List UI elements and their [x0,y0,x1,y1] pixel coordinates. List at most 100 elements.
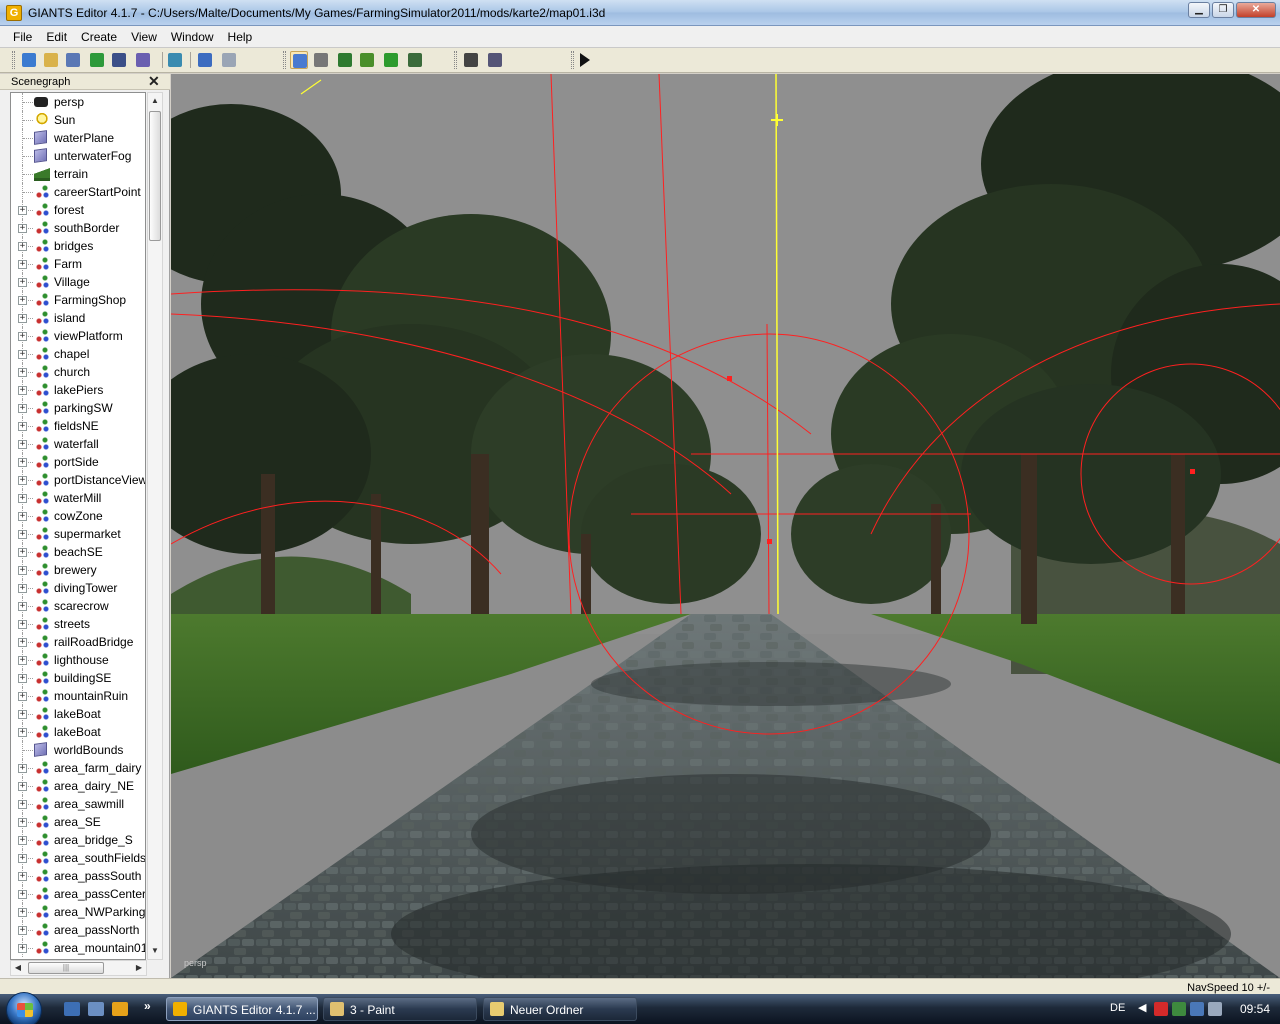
tree-node[interactable]: + waterMill [11,489,145,507]
tree-node[interactable]: + waterfall [11,435,145,453]
scroll-right-arrow-icon[interactable]: ▶ [132,961,146,975]
expand-toggle-icon[interactable]: + [18,224,27,233]
expand-toggle-icon[interactable]: + [18,296,27,305]
save-all-button[interactable] [134,51,152,69]
tree-vertical-scrollbar[interactable]: ▲ ▼ [147,92,163,960]
antivirus-icon[interactable] [1154,1002,1168,1016]
tree-node[interactable]: + island [11,309,145,327]
expand-toggle-icon[interactable]: + [18,836,27,845]
minimize-button[interactable]: ▁ [1188,2,1210,18]
tree-node[interactable]: + area_sawmill [11,795,145,813]
grid-button[interactable] [462,51,480,69]
tree-node[interactable]: + area_passNorth [11,921,145,939]
tree-node[interactable]: + area_farm_dairy [11,759,145,777]
tree-node[interactable]: + area_bridge_S [11,831,145,849]
network-icon[interactable] [1190,1002,1204,1016]
menu-view[interactable]: View [124,26,164,47]
redo-button[interactable] [220,51,238,69]
tree-node[interactable]: + area_NWParking [11,903,145,921]
tree-node[interactable]: worldBounds [11,741,145,759]
tree-node[interactable]: persp [11,93,145,111]
tree-node[interactable]: waterPlane [11,129,145,147]
expand-toggle-icon[interactable]: + [18,278,27,287]
tree-node[interactable]: + parkingSW [11,399,145,417]
scenegraph-close-icon[interactable]: ✕ [148,73,160,90]
expand-toggle-icon[interactable]: + [18,404,27,413]
input-language[interactable]: DE [1110,1002,1125,1014]
maximize-button[interactable]: ❐ [1212,2,1234,18]
expand-toggle-icon[interactable]: + [18,638,27,647]
tree-node[interactable]: + railRoadBridge [11,633,145,651]
export-button[interactable] [166,51,184,69]
toolbar-grip[interactable] [571,51,574,69]
expand-toggle-icon[interactable]: + [18,350,27,359]
list-button[interactable] [64,51,82,69]
close-button[interactable]: ✕ [1236,2,1276,18]
scenegraph-tree[interactable]: persp Sun waterPlane unterwaterFog terrain ca… [10,92,146,960]
3d-viewport[interactable]: persp [171,74,1280,978]
task-giants-editor[interactable]: GIANTS Editor 4.1.7 ... [166,997,318,1021]
task-paint[interactable]: 3 - Paint [323,997,477,1021]
tree-node[interactable]: + divingTower [11,579,145,597]
expand-toggle-icon[interactable]: + [18,944,27,953]
expand-toggle-icon[interactable]: + [18,260,27,269]
tree-node[interactable]: + fieldsNE [11,417,145,435]
tree-node[interactable]: + chapel [11,345,145,363]
tree-node[interactable]: + FarmingShop [11,291,145,309]
tree-node[interactable]: careerStartPoint [11,183,145,201]
horizontal-scroll-thumb[interactable]: ||| [28,962,104,974]
new-button[interactable] [20,51,38,69]
expand-toggle-icon[interactable]: + [18,890,27,899]
expand-toggle-icon[interactable]: + [18,530,27,539]
tree-node[interactable]: + supermarket [11,525,145,543]
tree-node[interactable]: + streets [11,615,145,633]
tree-node[interactable]: unterwaterFog [11,147,145,165]
info-layer-button[interactable] [406,51,424,69]
tree-node[interactable]: + Village [11,273,145,291]
tree-node[interactable]: + area_dairy_NE [11,777,145,795]
expand-toggle-icon[interactable]: + [18,314,27,323]
expand-toggle-icon[interactable]: + [18,710,27,719]
tree-node[interactable]: + portSide [11,453,145,471]
start-button[interactable] [6,992,42,1024]
expand-toggle-icon[interactable]: + [18,512,27,521]
expand-toggle-icon[interactable]: + [18,242,27,251]
menu-create[interactable]: Create [74,26,124,47]
expand-toggle-icon[interactable]: + [18,494,27,503]
media-player-icon[interactable] [112,1002,128,1016]
tree-node[interactable]: + lakeBoat [11,723,145,741]
task-folder[interactable]: Neuer Ordner [483,997,637,1021]
magnet-button[interactable] [312,51,330,69]
tree-node[interactable]: + area_mountain01 [11,939,145,957]
expand-toggle-icon[interactable]: + [18,584,27,593]
expand-toggle-icon[interactable]: + [18,854,27,863]
reload-button[interactable] [88,51,106,69]
menu-help[interactable]: Help [221,26,260,47]
undo-button[interactable] [196,51,214,69]
expand-toggle-icon[interactable]: + [18,782,27,791]
scroll-thumb[interactable] [149,111,161,241]
toolbar-grip[interactable] [12,51,15,69]
expand-toggle-icon[interactable]: + [18,386,27,395]
tree-node[interactable]: + southBorder [11,219,145,237]
expand-toggle-icon[interactable]: + [18,476,27,485]
tree-node[interactable]: + buildingSE [11,669,145,687]
tree-node[interactable]: + scarecrow [11,597,145,615]
foliage-paint-button[interactable] [382,51,400,69]
menu-file[interactable]: File [6,26,39,47]
tree-node[interactable]: + lakeBoat [11,705,145,723]
menu-edit[interactable]: Edit [39,26,74,47]
expand-toggle-icon[interactable]: + [18,602,27,611]
expand-toggle-icon[interactable]: + [18,692,27,701]
expand-toggle-icon[interactable]: + [18,728,27,737]
expand-toggle-icon[interactable]: + [18,458,27,467]
select-tool-button[interactable] [290,51,308,69]
expand-toggle-icon[interactable]: + [18,206,27,215]
toolbar-grip[interactable] [283,51,286,69]
terrain-paint-button[interactable] [358,51,376,69]
scroll-down-arrow-icon[interactable]: ▼ [148,943,162,959]
expand-toggle-icon[interactable]: + [18,548,27,557]
expand-toggle-icon[interactable]: + [18,764,27,773]
expand-toggle-icon[interactable]: + [18,818,27,827]
tree-node[interactable]: + Farm [11,255,145,273]
